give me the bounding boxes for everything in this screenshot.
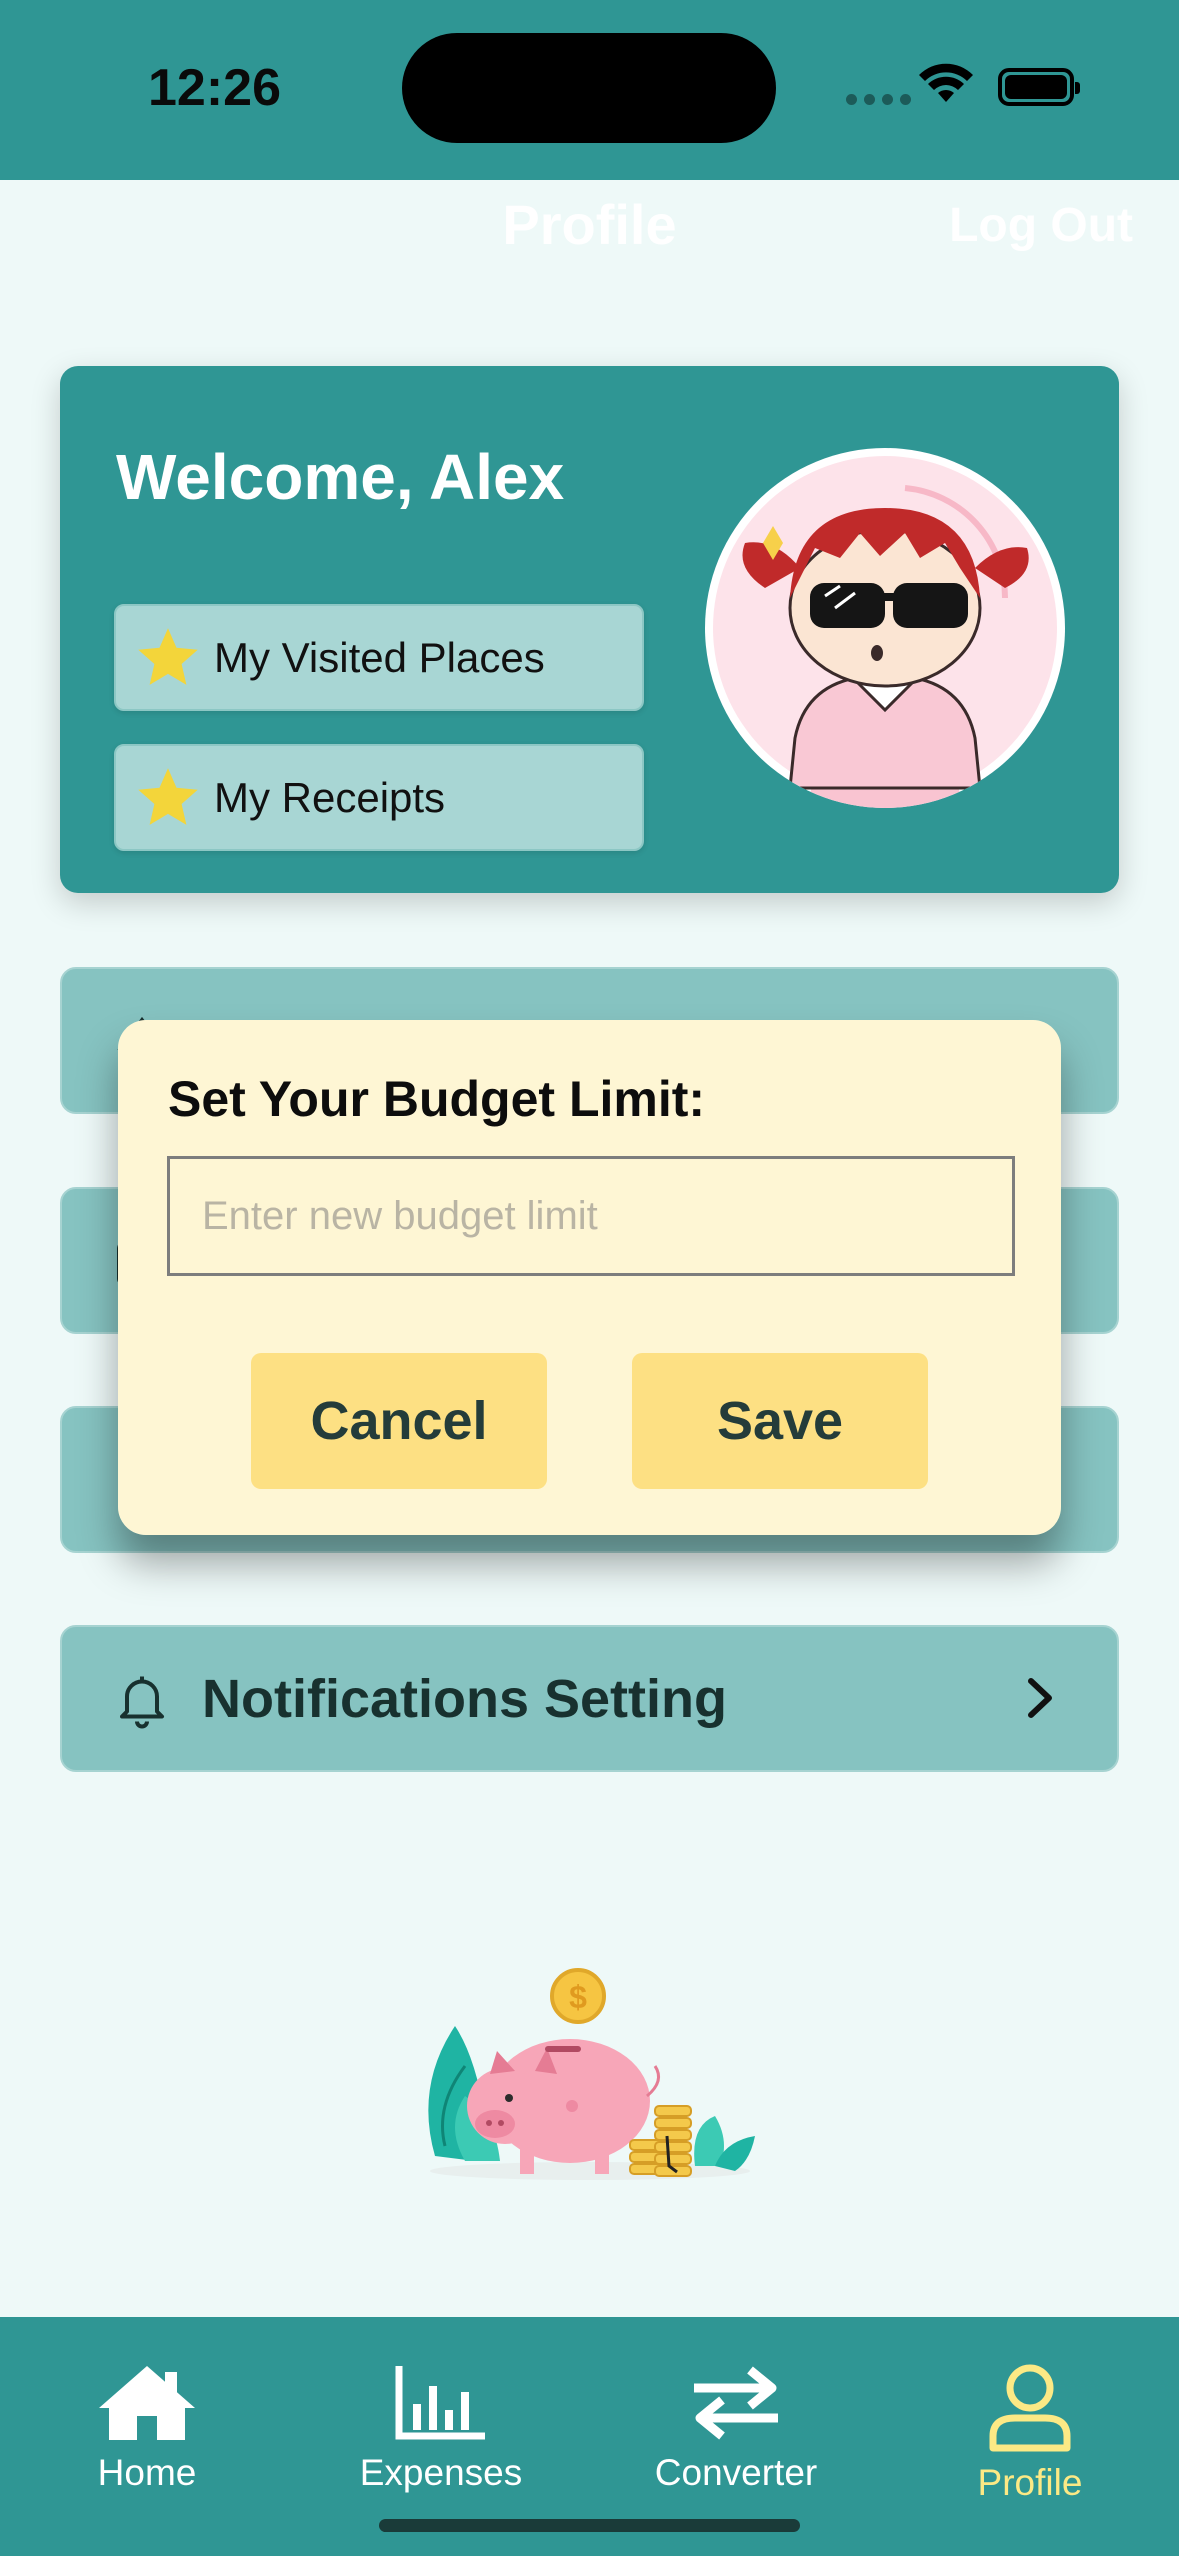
tab-home-label: Home xyxy=(97,2452,197,2493)
welcome-greeting: Welcome, Alex xyxy=(116,441,565,513)
tab-converter-label: Converter xyxy=(654,2452,818,2493)
logout-button[interactable]: Log Out xyxy=(949,198,1133,253)
visited-places-label: My Visited Places xyxy=(214,633,545,681)
home-indicator[interactable] xyxy=(379,2519,800,2532)
save-button[interactable]: Save xyxy=(632,1353,928,1489)
cellular-signal-icon xyxy=(846,94,911,105)
person-icon xyxy=(989,2364,1071,2452)
tab-profile[interactable]: Profile xyxy=(910,2362,1150,2504)
receipts-label: My Receipts xyxy=(214,773,446,821)
swap-arrows-icon xyxy=(694,2366,778,2440)
star-icon xyxy=(138,627,198,685)
dialog-title: Set Your Budget Limit: xyxy=(168,1071,706,1127)
visited-places-button[interactable]: My Visited Places xyxy=(114,604,644,711)
bar-chart-icon xyxy=(395,2366,485,2440)
status-time: 12:26 xyxy=(148,59,281,117)
tab-expenses-label: Expenses xyxy=(359,2452,523,2493)
budget-limit-dialog: Set Your Budget Limit: Cancel Save xyxy=(118,1020,1061,1535)
tab-converter[interactable]: Converter xyxy=(616,2362,856,2494)
receipts-button[interactable]: My Receipts xyxy=(114,744,644,851)
bell-icon xyxy=(120,1676,164,1728)
wifi-icon xyxy=(919,63,973,102)
tab-profile-label: Profile xyxy=(977,2462,1083,2503)
avatar[interactable] xyxy=(705,448,1065,808)
piggy-bank-illustration: $ xyxy=(428,1968,755,2180)
welcome-card: Welcome, Alex My Visited Places My Recei… xyxy=(60,366,1119,893)
dynamic-island xyxy=(402,33,776,143)
tab-expenses[interactable]: Expenses xyxy=(321,2362,561,2494)
chevron-right-icon xyxy=(1028,1678,1052,1718)
cancel-button[interactable]: Cancel xyxy=(251,1353,547,1489)
budget-limit-input[interactable] xyxy=(167,1156,1015,1276)
star-icon xyxy=(138,767,198,825)
battery-icon xyxy=(998,68,1080,106)
tab-home[interactable]: Home xyxy=(27,2362,267,2494)
home-icon xyxy=(99,2366,195,2440)
notifications-setting-row[interactable]: Notifications Setting xyxy=(60,1625,1119,1772)
svg-text:$: $ xyxy=(569,1979,587,2015)
status-bar: 12:26 Profile Log Out xyxy=(0,0,1179,256)
notifications-setting-label: Notifications Setting xyxy=(202,1668,727,1729)
